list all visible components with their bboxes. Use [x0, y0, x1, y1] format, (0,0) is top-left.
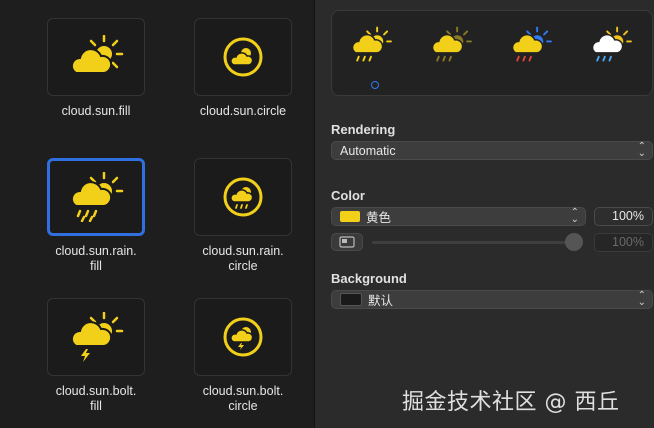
cloud-sun-circle-icon	[223, 37, 263, 77]
symbol-tile-cloud-sun-bolt-circle[interactable]	[194, 298, 292, 376]
cloud-sun-rain-circle-icon	[223, 177, 263, 217]
symbol-caption: cloud.sun.rain. circle	[202, 244, 284, 273]
color-label: Color	[331, 188, 365, 203]
symbol-caption: cloud.sun.bolt. fill	[55, 384, 137, 413]
palette-mode-icon[interactable]	[508, 23, 554, 69]
symbol-grid: cloud.sun.fill cloud.sun.circle cloud.su…	[0, 0, 314, 428]
chevron-updown-icon: ⌃ ⌄	[570, 207, 579, 225]
symbol-caption: cloud.sun.rain. fill	[55, 244, 137, 273]
inspector-panel: Rendering Automatic ⌃ ⌄ Color 黄色 ⌃ ⌄ 100% …	[315, 0, 654, 428]
background-label: Background	[331, 271, 407, 286]
multicolor-mode-icon[interactable]	[588, 23, 634, 69]
rendering-label: Rendering	[331, 122, 396, 137]
opacity-slider-knob[interactable]	[565, 233, 583, 251]
cloud-sun-bolt-fill-icon	[70, 312, 124, 362]
symbol-tile-cloud-sun-rain-circle[interactable]	[194, 158, 292, 236]
symbol-caption: cloud.sun.fill	[61, 104, 131, 118]
symbol-tile-cloud-sun-rain-fill[interactable]	[47, 158, 145, 236]
background-swatch	[340, 293, 362, 306]
symbol-tile-cloud-sun-bolt-fill[interactable]	[47, 298, 145, 376]
background-popup[interactable]: 默认 ⌃ ⌄	[331, 290, 653, 309]
symbol-caption: cloud.sun.bolt. circle	[202, 384, 284, 413]
cloud-sun-bolt-circle-icon	[223, 317, 263, 357]
selected-mode-indicator	[371, 81, 379, 89]
symbol-tile-cloud-sun-fill[interactable]	[47, 18, 145, 96]
chevron-updown-icon: ⌃ ⌄	[637, 290, 646, 308]
hierarchical-mode-icon[interactable]	[428, 23, 474, 69]
opacity-slider-track[interactable]	[372, 241, 582, 244]
color-popup[interactable]: 黄色 ⌃ ⌄	[331, 207, 586, 226]
rendering-mode-preview	[331, 10, 653, 96]
opacity-field-secondary[interactable]: 100%	[594, 233, 653, 252]
color-value: 黄色	[366, 211, 392, 225]
color-swatch	[340, 211, 360, 222]
opacity-field[interactable]: 100%	[594, 207, 653, 226]
rendering-popup[interactable]: Automatic ⌃ ⌄	[331, 141, 653, 160]
chevron-updown-icon: ⌃ ⌄	[637, 141, 646, 159]
symbol-tile-cloud-sun-circle[interactable]	[194, 18, 292, 96]
watermark: 掘金技术社区 @ 西丘	[402, 390, 620, 415]
symbol-caption: cloud.sun.circle	[199, 104, 287, 118]
rendering-value: Automatic	[340, 143, 396, 158]
secondary-color-button[interactable]	[331, 233, 363, 251]
cloud-sun-rain-fill-icon	[70, 172, 124, 222]
color-well-icon	[339, 236, 355, 248]
cloud-sun-fill-icon	[70, 35, 124, 74]
monochrome-mode-icon[interactable]	[348, 23, 394, 69]
background-value: 默认	[368, 294, 394, 308]
